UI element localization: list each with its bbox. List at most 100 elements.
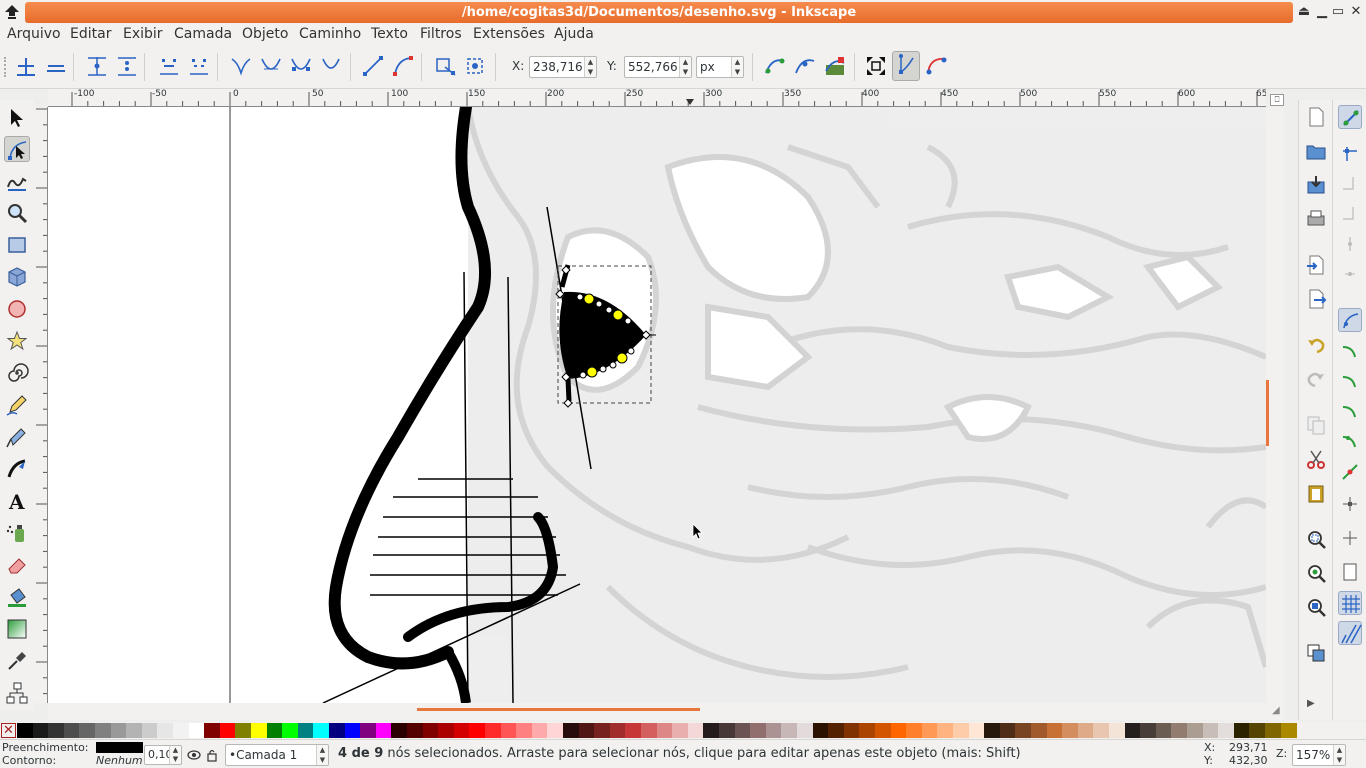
duplicate-icon[interactable]: [1304, 641, 1328, 665]
color-swatch[interactable]: [1046, 723, 1063, 738]
lock-guides-icon[interactable]: ⎕: [1270, 94, 1284, 106]
color-swatch[interactable]: [469, 723, 486, 738]
color-swatch[interactable]: [375, 723, 392, 738]
color-swatch[interactable]: [95, 723, 111, 738]
opacity-input[interactable]: 0,10 ▲ ▼: [144, 745, 182, 765]
open-folder-icon[interactable]: [1304, 139, 1328, 163]
maximize-icon[interactable]: ▭: [1330, 4, 1346, 20]
color-swatch[interactable]: [110, 723, 127, 738]
color-swatch[interactable]: [656, 723, 673, 738]
color-swatch[interactable]: [999, 723, 1016, 738]
delete-segment-button[interactable]: [186, 53, 212, 79]
snap-rotation-center-icon[interactable]: [1338, 526, 1362, 550]
snap-path-intersection-icon[interactable]: [1338, 370, 1362, 394]
calligraphy-tool[interactable]: [4, 456, 30, 482]
color-swatch[interactable]: [968, 723, 985, 738]
export-icon[interactable]: [1304, 287, 1328, 311]
snap-bbox-corner-icon[interactable]: [1338, 202, 1362, 226]
x-coordinate-input[interactable]: 238,716 ▲ ▼: [529, 56, 597, 78]
color-swatch[interactable]: [422, 723, 439, 738]
zoom-selection-icon[interactable]: [1304, 527, 1328, 551]
spiral-tool[interactable]: [4, 360, 30, 386]
menu-editar[interactable]: Editar: [70, 26, 111, 42]
vertical-ruler[interactable]: [34, 107, 48, 703]
menu-objeto[interactable]: Objeto: [242, 26, 288, 42]
menu-extensoes[interactable]: Extensões: [473, 26, 545, 42]
join-segment-button[interactable]: [156, 53, 182, 79]
color-swatch[interactable]: [485, 723, 501, 738]
next-path-effect-parameter-button[interactable]: [762, 53, 788, 79]
show-mask-button[interactable]: [822, 53, 848, 79]
insert-node-button[interactable]: [13, 53, 39, 79]
eraser-tool[interactable]: [4, 552, 30, 578]
fill-color-indicator[interactable]: [96, 742, 143, 753]
color-swatch[interactable]: [1031, 723, 1047, 738]
color-swatch[interactable]: [734, 723, 751, 738]
color-swatch[interactable]: [750, 723, 767, 738]
color-swatch[interactable]: [843, 723, 860, 738]
color-swatch[interactable]: [578, 723, 595, 738]
menu-camada[interactable]: Camada: [174, 26, 232, 42]
vertical-scrollbar[interactable]: [1266, 107, 1284, 703]
color-swatch[interactable]: [921, 723, 938, 738]
auto-smooth-node-button[interactable]: [318, 53, 344, 79]
menu-filtros[interactable]: Filtros: [420, 26, 462, 42]
close-icon[interactable]: ✕: [1348, 4, 1364, 20]
shade-icon[interactable]: ⏏: [1296, 4, 1312, 20]
smooth-node-button[interactable]: [258, 53, 284, 79]
color-swatch[interactable]: [890, 723, 907, 738]
toolbar-grip[interactable]: [4, 57, 8, 77]
copy-icon[interactable]: [1304, 413, 1328, 437]
color-swatch[interactable]: [251, 723, 267, 738]
zoom-tool[interactable]: [4, 200, 30, 226]
print-icon[interactable]: [1304, 207, 1328, 231]
break-path-button[interactable]: [114, 53, 140, 79]
snap-bbox-midpoint-icon[interactable]: [1338, 232, 1362, 256]
color-swatch[interactable]: [687, 723, 704, 738]
new-document-icon[interactable]: [1304, 105, 1328, 129]
color-swatch[interactable]: [984, 723, 1001, 738]
undo-icon[interactable]: [1304, 333, 1328, 357]
snap-toggle-icon[interactable]: [1338, 105, 1362, 129]
color-swatch[interactable]: [1062, 723, 1079, 738]
snap-cusp-nodes-icon[interactable]: [1338, 400, 1362, 424]
snap-nodes-icon[interactable]: [1338, 308, 1362, 332]
color-swatch[interactable]: [500, 723, 517, 738]
text-tool[interactable]: A: [4, 488, 30, 514]
color-swatch[interactable]: [1124, 723, 1141, 738]
color-swatch[interactable]: [188, 723, 205, 738]
snap-paths-icon[interactable]: [1338, 340, 1362, 364]
snap-smooth-nodes-icon[interactable]: [1338, 430, 1362, 454]
stroke-value[interactable]: Nenhum: [96, 754, 143, 767]
stroke-to-path-button[interactable]: [462, 53, 488, 79]
color-swatch[interactable]: [609, 723, 626, 738]
color-swatch[interactable]: [765, 723, 782, 738]
snap-bbox-icon[interactable]: [1338, 142, 1362, 166]
show-path-outline-button[interactable]: [924, 53, 950, 79]
color-swatch[interactable]: [1077, 723, 1094, 738]
object-to-path-button[interactable]: [433, 53, 459, 79]
ellipse-tool[interactable]: [4, 296, 30, 322]
color-swatch[interactable]: [547, 723, 564, 738]
color-swatch[interactable]: [329, 723, 345, 738]
snap-line-midpoints-icon[interactable]: [1338, 460, 1362, 484]
snap-bbox-center-icon[interactable]: [1338, 262, 1362, 286]
pencil-tool[interactable]: [4, 392, 30, 418]
minimize-icon[interactable]: ▁: [1314, 4, 1330, 20]
lock-icon[interactable]: [206, 748, 218, 762]
snap-guides-icon[interactable]: [1338, 621, 1362, 645]
snap-object-midpoints-icon[interactable]: [1338, 492, 1362, 516]
color-swatch[interactable]: [531, 723, 548, 738]
horizontal-ruler[interactable]: -100 -50 0 50 100 150 200 250 300 350 40…: [48, 89, 1266, 107]
color-swatch[interactable]: [79, 723, 96, 738]
color-swatch[interactable]: [875, 723, 891, 738]
color-swatch[interactable]: [672, 723, 689, 738]
snap-grids-icon[interactable]: [1338, 591, 1362, 615]
color-swatch[interactable]: [360, 723, 377, 738]
color-swatch[interactable]: [63, 723, 80, 738]
snap-page-border-icon[interactable]: [1338, 560, 1362, 584]
menu-ajuda[interactable]: Ajuda: [554, 26, 594, 42]
color-swatch[interactable]: [641, 723, 657, 738]
color-swatch[interactable]: [1171, 723, 1188, 738]
join-nodes-button[interactable]: [84, 53, 110, 79]
